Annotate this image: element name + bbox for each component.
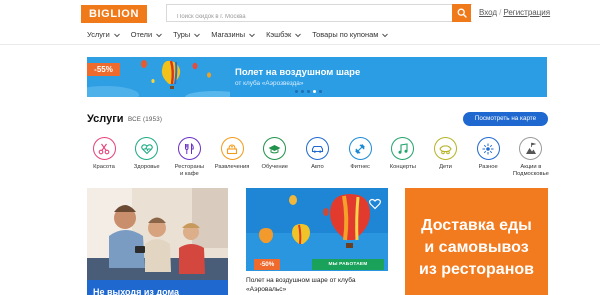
- restaurant-icon: [185, 142, 195, 154]
- search-box[interactable]: [166, 4, 472, 25]
- carousel-dot[interactable]: [301, 90, 304, 93]
- nav-label: Отели: [130, 30, 153, 39]
- category-label: Развлечения: [214, 164, 250, 170]
- category-icon-circle: [220, 137, 244, 160]
- category-list: Красота Здоровье Рестораны и кафе Развле…: [87, 137, 549, 178]
- nav-divider: [0, 44, 600, 45]
- deal-card-food-delivery[interactable]: Доставка еды и самовывоз из ресторанов: [405, 188, 548, 295]
- category-beauty[interactable]: Красота: [87, 137, 121, 178]
- banner-subtitle: от клуба «Аэрозвезда»: [235, 80, 304, 87]
- view-on-map-button[interactable]: Посмотреть на карте: [463, 112, 548, 126]
- dumbbell-icon: [355, 143, 366, 154]
- auth-separator: /: [499, 8, 502, 17]
- category-label: Обучение: [261, 164, 288, 170]
- chevron-down-icon: [156, 33, 162, 37]
- category-label: Здоровье: [133, 164, 160, 170]
- nav-item-tours[interactable]: Туры: [173, 30, 201, 39]
- carousel-dot[interactable]: [307, 90, 310, 93]
- deal-card-balloon[interactable]: -50% МЫ РАБОТАЕМ Полет на воздушном шаре…: [246, 188, 388, 294]
- nav-label: Услуги: [87, 30, 110, 39]
- chevron-down-icon: [295, 33, 302, 37]
- logo[interactable]: BIGLION: [81, 5, 147, 23]
- category-kids[interactable]: Дети: [429, 137, 463, 178]
- category-icon-circle: [476, 137, 500, 160]
- category-icon-circle: [348, 137, 372, 160]
- promo-banner[interactable]: -55% Полет на воздушном шаре от клуба «А…: [87, 57, 547, 97]
- chevron-down-icon: [194, 33, 201, 37]
- car-icon: [311, 145, 323, 153]
- carousel-dot[interactable]: [295, 90, 298, 93]
- kids-icon: [439, 144, 452, 154]
- sparkle-icon: [482, 143, 494, 154]
- services-count-link[interactable]: ВСЕ (1953): [128, 116, 162, 123]
- entertainment-icon: [227, 143, 238, 154]
- category-moscow-region-promo[interactable]: Акции в Подмосковье: [512, 137, 549, 178]
- nav-label: Туры: [173, 30, 191, 39]
- beauty-icon: [98, 143, 110, 154]
- category-label: Концерты: [389, 164, 416, 170]
- carousel-dot[interactable]: [319, 90, 322, 93]
- nav-label: Магазины: [211, 30, 246, 39]
- favorite-heart-icon[interactable]: [369, 198, 381, 210]
- deal-card-at-home[interactable]: Не выходя из дома: [87, 188, 228, 295]
- nav-item-cashback[interactable]: Кэшбэк: [266, 30, 302, 39]
- category-concerts[interactable]: Концерты: [386, 137, 420, 178]
- category-fitness[interactable]: Фитнес: [343, 137, 377, 178]
- category-icon-circle: [391, 137, 415, 160]
- search-button[interactable]: [452, 4, 471, 22]
- category-icon-circle: [177, 137, 201, 160]
- search-icon: [457, 8, 467, 18]
- health-icon: [140, 143, 153, 154]
- chevron-down-icon: [113, 33, 120, 37]
- nav-label: Товары по купонам: [312, 30, 379, 39]
- category-icon-circle: [519, 137, 543, 160]
- discount-badge: -55%: [87, 63, 120, 76]
- family-photo: [87, 188, 228, 295]
- category-education[interactable]: Обучение: [258, 137, 292, 178]
- nav-item-hotels[interactable]: Отели: [131, 30, 163, 39]
- card-title: Не выходя из дома: [93, 287, 179, 295]
- category-label: Разное: [478, 164, 498, 170]
- chevron-down-icon: [249, 33, 255, 37]
- register-link[interactable]: Регистрация: [503, 8, 550, 17]
- graduation-cap-icon: [268, 144, 281, 153]
- auth-links: Вход / Регистрация: [479, 8, 550, 17]
- category-label: Рестораны и кафе: [174, 164, 205, 178]
- nav-label: Кэшбэк: [266, 30, 292, 39]
- nav-item-services[interactable]: Услуги: [87, 30, 121, 39]
- login-link[interactable]: Вход: [479, 8, 497, 17]
- section-title: Услуги: [87, 113, 124, 125]
- category-misc[interactable]: Разное: [471, 137, 505, 178]
- music-note-icon: [398, 142, 408, 154]
- category-label: Авто: [311, 164, 324, 170]
- card-title: Доставка еды и самовывоз из ресторанов: [419, 217, 534, 278]
- status-badge: МЫ РАБОТАЕМ: [312, 259, 384, 270]
- category-auto[interactable]: Авто: [300, 137, 334, 178]
- promo-icon: [525, 142, 537, 154]
- carousel-dots: [295, 90, 322, 93]
- carousel-dot[interactable]: [313, 90, 316, 93]
- banner-title: Полет на воздушном шаре: [235, 67, 361, 78]
- category-entertainment[interactable]: Развлечения: [215, 137, 249, 178]
- category-icon-circle: [434, 137, 457, 160]
- main-nav: Услуги Отели Туры Магазины Кэшбэк Товары…: [87, 30, 389, 39]
- category-label: Акции в Подмосковье: [512, 164, 549, 178]
- category-health[interactable]: Здоровье: [130, 137, 164, 178]
- category-icon-circle: [305, 137, 329, 160]
- category-icon-circle: [92, 137, 116, 160]
- category-label: Дети: [439, 164, 452, 170]
- nav-item-coupon-goods[interactable]: Товары по купонам: [312, 30, 389, 39]
- category-label: Фитнес: [350, 164, 370, 170]
- discount-badge: -50%: [254, 259, 280, 270]
- search-input[interactable]: [167, 9, 472, 25]
- category-label: Красота: [93, 164, 115, 170]
- deal-title: Полет на воздушном шаре от клуба «Аэрова…: [246, 277, 356, 293]
- nav-item-shops[interactable]: Магазины: [211, 30, 256, 39]
- category-restaurants[interactable]: Рестораны и кафе: [172, 137, 206, 178]
- chevron-down-icon: [382, 33, 389, 37]
- category-icon-circle: [135, 137, 159, 160]
- category-icon-circle: [263, 137, 287, 160]
